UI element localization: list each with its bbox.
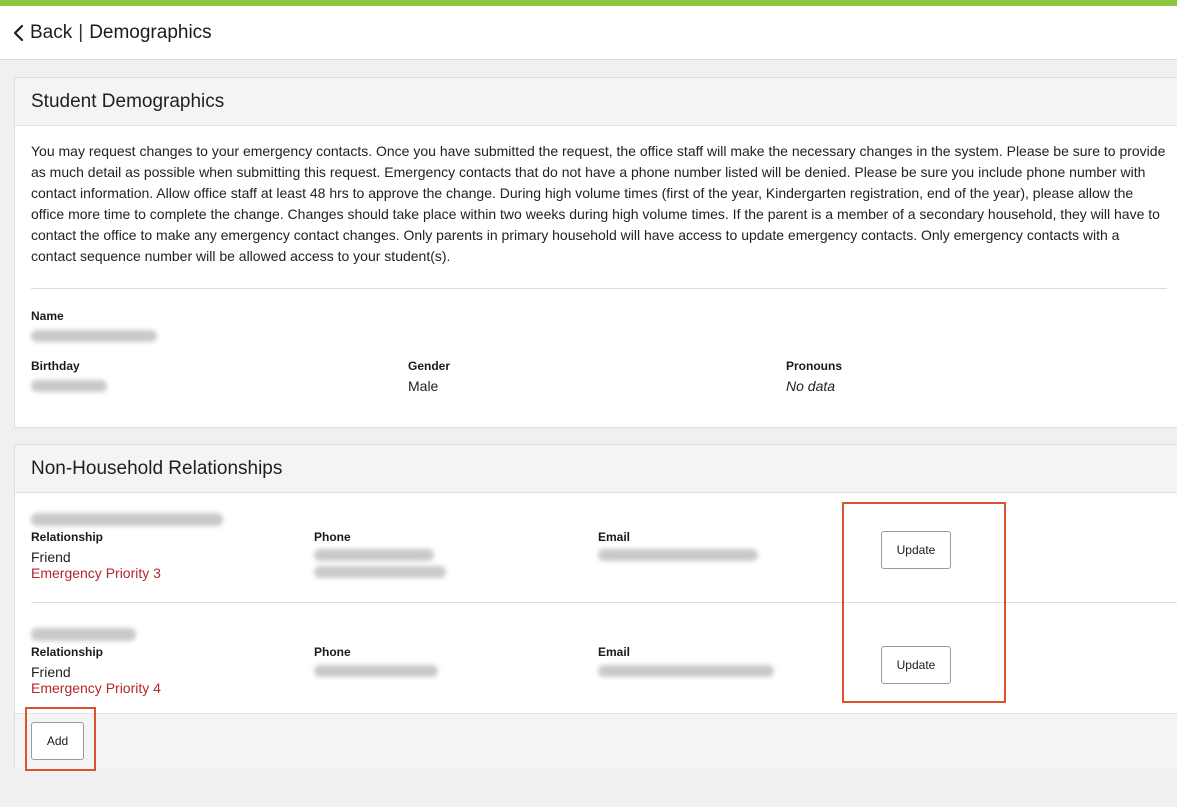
email-label: Email	[598, 645, 631, 659]
pronouns-value: No data	[786, 378, 836, 394]
relationship-label: Relationship	[31, 645, 104, 659]
page-title: Demographics	[89, 21, 212, 43]
section-title-relationships: Non-Household Relationships	[15, 445, 1177, 493]
email-value-redacted	[598, 665, 774, 677]
name-label: Name	[31, 309, 64, 323]
back-label: Back	[30, 21, 73, 43]
student-demographics-card: Student Demographics You may request cha…	[14, 77, 1177, 428]
divider	[31, 602, 1177, 603]
relationship-value: Friend	[31, 664, 71, 680]
gender-value: Male	[408, 378, 439, 394]
back-button[interactable]: Back	[12, 22, 72, 44]
phone-value-redacted	[314, 566, 446, 578]
relationships-list: Relationship Friend Emergency Priority 3…	[15, 493, 1177, 713]
divider	[31, 288, 1167, 289]
phone-label: Phone	[314, 530, 351, 544]
email-value-redacted	[598, 549, 758, 561]
section-title-student-demographics: Student Demographics	[15, 78, 1177, 126]
intro-text: You may request changes to your emergenc…	[31, 143, 1166, 264]
contact-name-redacted	[31, 513, 223, 526]
email-label: Email	[598, 530, 631, 544]
gender-label: Gender	[408, 359, 451, 373]
phone-value-redacted	[314, 549, 434, 561]
name-value-redacted	[31, 330, 157, 342]
page-header: Back | Demographics	[0, 6, 1177, 60]
contact-name-redacted	[31, 628, 136, 641]
pronouns-label: Pronouns	[786, 359, 842, 373]
breadcrumb-separator: |	[78, 21, 84, 43]
update-button[interactable]: Update	[881, 646, 951, 684]
emergency-priority: Emergency Priority 4	[31, 680, 161, 696]
relationship-label: Relationship	[31, 530, 104, 544]
relationship-value: Friend	[31, 549, 71, 565]
add-button[interactable]: Add	[31, 722, 84, 760]
birthday-value-redacted	[31, 380, 107, 392]
emergency-priority: Emergency Priority 3	[31, 565, 161, 581]
birthday-label: Birthday	[31, 359, 80, 373]
phone-value-redacted	[314, 665, 438, 677]
relationships-footer: Add	[15, 713, 1177, 769]
chevron-left-icon	[13, 24, 24, 41]
phone-label: Phone	[314, 645, 351, 659]
update-button[interactable]: Update	[881, 531, 951, 569]
non-household-relationships-card: Non-Household Relationships Relationship…	[14, 444, 1177, 769]
